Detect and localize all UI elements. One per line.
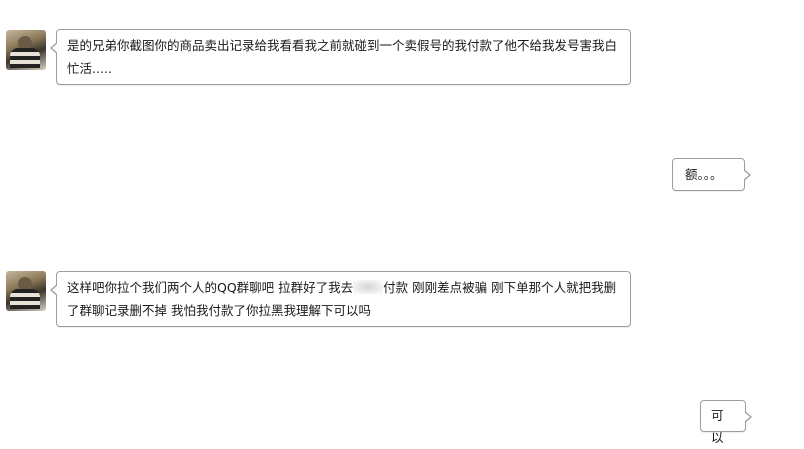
message-bubble-outgoing: 可以 bbox=[700, 400, 752, 445]
avatar[interactable] bbox=[6, 30, 46, 70]
avatar-shirt bbox=[10, 289, 40, 309]
message-text: 可以 bbox=[711, 408, 724, 445]
message-bubble-incoming: 这样吧你拉个我们两个人的QQ群聊吧 拉群好了我去 付款 刚刚差点被骗 刚下单那个人… bbox=[50, 271, 631, 327]
message-text-part1: 这样吧你拉个我们两个人的QQ群聊吧 拉群好了我去 bbox=[67, 280, 354, 295]
redacted-blur bbox=[353, 280, 384, 294]
avatar-shirt bbox=[10, 48, 40, 68]
message-text: 是的兄弟你截图你的商品卖出记录给我看看我之前就碰到一个卖假号的我付款了他不给我发… bbox=[67, 38, 618, 76]
message-bubble-incoming: 是的兄弟你截图你的商品卖出记录给我看看我之前就碰到一个卖假号的我付款了他不给我发… bbox=[50, 29, 631, 85]
avatar[interactable] bbox=[6, 271, 46, 311]
message-text: 额。。。 bbox=[685, 167, 723, 182]
message-bubble-outgoing: 额。。。 bbox=[672, 158, 751, 191]
